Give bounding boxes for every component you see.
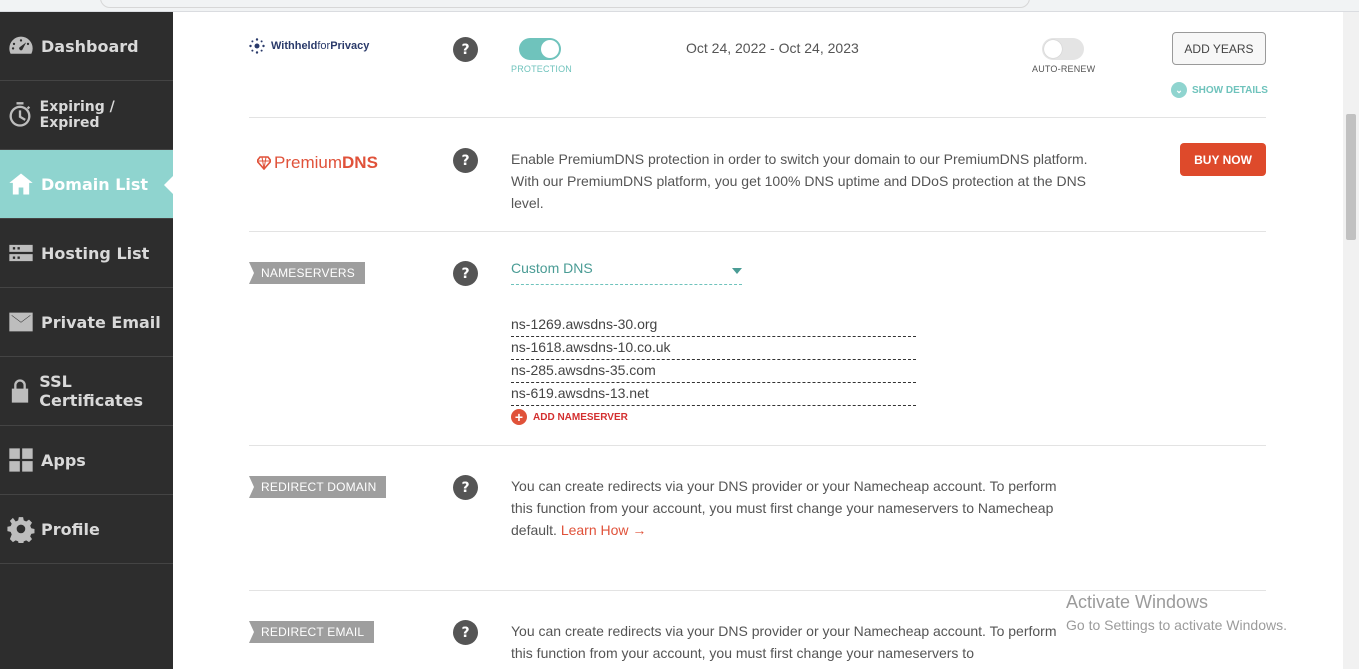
scrollbar-thumb[interactable] [1346, 114, 1356, 240]
add-years-button[interactable]: ADD YEARS [1172, 32, 1266, 65]
add-nameserver-label: ADD NAMESERVER [533, 411, 628, 423]
sidebar-item-apps[interactable]: Apps [0, 426, 173, 495]
toggle-knob [1044, 40, 1062, 58]
premium-dns-description: Enable PremiumDNS protection in order to… [511, 151, 1088, 211]
dns-type-select[interactable]: Custom DNS [511, 260, 742, 285]
logo-text-for: for [317, 40, 331, 52]
logo-text-premium: Premium [274, 153, 343, 172]
auto-renew-toggle[interactable] [1042, 38, 1084, 60]
sidebar-item-ssl-certificates[interactable]: SSL Certificates [0, 357, 173, 426]
row-divider [249, 445, 1266, 446]
privacy-burst-icon [249, 38, 265, 54]
sidebar-item-dashboard[interactable]: Dashboard [0, 12, 173, 81]
show-details-link[interactable]: ⌄ SHOW DETAILS [1171, 82, 1268, 98]
dashboard-gauge-icon [6, 31, 36, 61]
row-divider [249, 590, 1266, 591]
clock-icon [6, 100, 35, 130]
redirect-domain-tag: REDIRECT DOMAIN [249, 476, 387, 498]
server-icon [6, 238, 36, 268]
learn-how-link[interactable]: Learn How → [561, 522, 647, 538]
envelope-icon [6, 307, 36, 337]
domain-details-panel: Withheld for Privacy ? PROTECTION Oct 24, … [173, 12, 1343, 669]
page-scrollbar[interactable] [1343, 12, 1359, 669]
sidebar-item-profile[interactable]: Profile [0, 495, 173, 564]
watermark-subtitle: Go to Settings to activate Windows. [1066, 617, 1287, 633]
gem-icon [257, 156, 271, 170]
auto-renew-label: AUTO-RENEW [1032, 64, 1096, 74]
premium-dns-help-icon[interactable]: ? [453, 148, 478, 173]
sidebar-item-label: Dashboard [41, 36, 139, 56]
nameservers-tag: NAMESERVERS [249, 262, 366, 284]
logo-text-dns: DNS [342, 153, 378, 172]
apps-grid-icon [6, 445, 36, 475]
nameserver-field[interactable]: ns-1618.awsdns-10.co.uk [511, 337, 916, 360]
logo-text-withheld: Withheld [271, 40, 318, 52]
nameserver-field[interactable]: ns-285.awsdns-35.com [511, 360, 916, 383]
plus-icon: + [511, 409, 527, 425]
sidebar: Dashboard Expiring / Expired Domain List… [0, 12, 173, 669]
chevron-down-icon: ⌄ [1171, 82, 1187, 98]
redirect-domain-help-icon[interactable]: ? [453, 475, 478, 500]
protection-toggle[interactable] [519, 38, 561, 60]
premium-dns-logo: Premium DNS [257, 153, 378, 173]
sidebar-item-label: Domain List [41, 174, 149, 194]
chevron-down-icon [732, 268, 742, 274]
home-icon [6, 169, 36, 199]
nameserver-field[interactable]: ns-619.awsdns-13.net [511, 383, 916, 406]
nameserver-field[interactable]: ns-1269.awsdns-30.org [511, 314, 916, 337]
protection-label: PROTECTION [511, 64, 573, 74]
privacy-help-icon[interactable]: ? [453, 37, 478, 62]
sidebar-item-expiring[interactable]: Expiring / Expired [0, 81, 173, 150]
watermark-title: Activate Windows [1066, 592, 1209, 612]
add-nameserver-link[interactable]: + ADD NAMESERVER [511, 409, 628, 425]
browser-toolbar-strip [0, 0, 1359, 12]
lock-icon [6, 376, 34, 406]
sidebar-item-label: Profile [41, 519, 100, 539]
gear-icon [6, 514, 36, 544]
nameservers-help-icon[interactable]: ? [453, 261, 478, 286]
sidebar-item-label: Expiring / Expired [39, 99, 115, 131]
sidebar-item-label: SSL Certificates [39, 372, 144, 410]
sidebar-item-hosting-list[interactable]: Hosting List [0, 219, 173, 288]
sidebar-item-label: Private Email [41, 312, 161, 332]
logo-text-privacy: Privacy [330, 40, 370, 52]
redirect-email-tag: REDIRECT EMAIL [249, 621, 375, 643]
registration-date-range: Oct 24, 2022 - Oct 24, 2023 [686, 40, 859, 56]
show-details-label: SHOW DETAILS [1192, 84, 1268, 96]
row-divider [249, 117, 1266, 118]
redirect-domain-text: You can create redirects via your DNS pr… [511, 475, 1063, 541]
redirect-email-help-icon[interactable]: ? [453, 620, 478, 645]
toggle-knob [541, 40, 559, 58]
activate-windows-watermark: Activate Windows Go to Settings to activ… [1066, 592, 1287, 633]
sidebar-item-label: Hosting List [41, 243, 150, 263]
redirect-email-description: You can create redirects via your DNS pr… [511, 623, 1057, 661]
sidebar-item-label: Apps [41, 450, 86, 470]
withheld-for-privacy-logo: Withheld for Privacy [249, 38, 369, 54]
buy-now-button[interactable]: BUY NOW [1180, 143, 1266, 176]
sidebar-item-private-email[interactable]: Private Email [0, 288, 173, 357]
dns-type-value: Custom DNS [511, 260, 593, 276]
row-divider [249, 231, 1266, 232]
address-bar[interactable] [100, 0, 1030, 8]
sidebar-item-domain-list[interactable]: Domain List [0, 150, 173, 219]
